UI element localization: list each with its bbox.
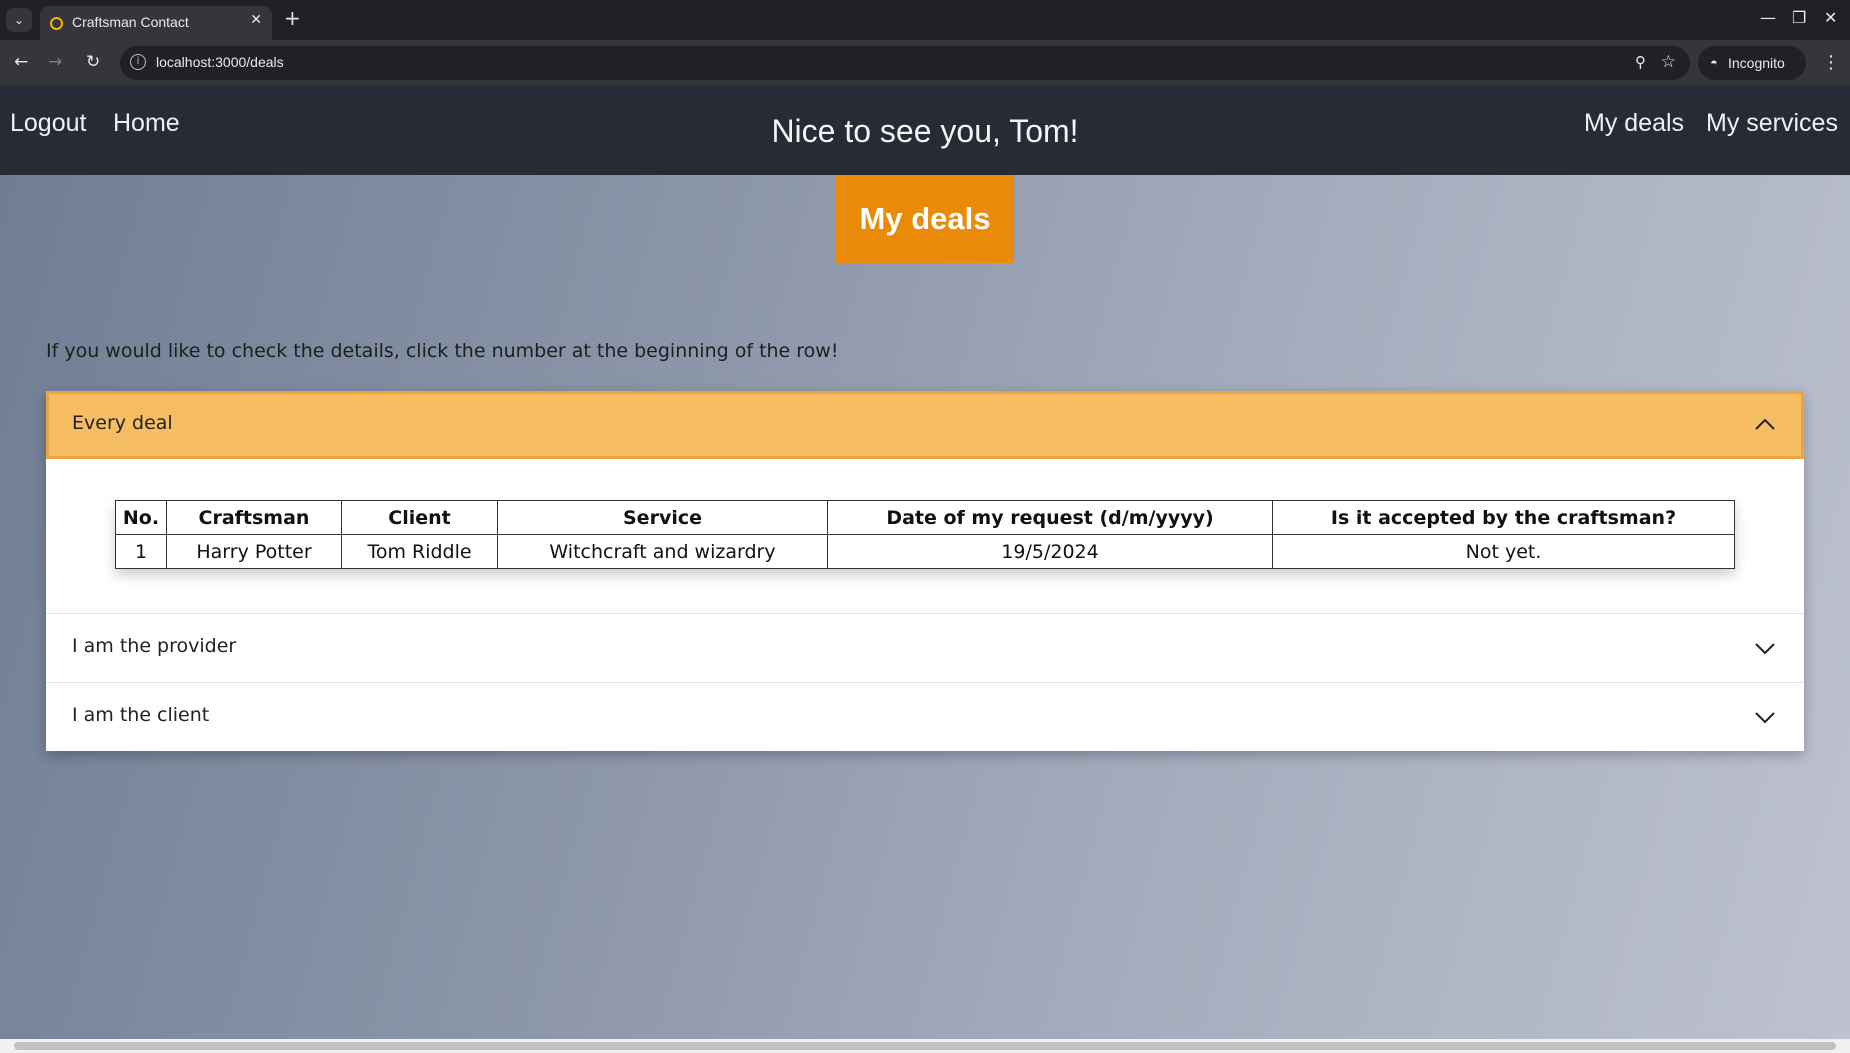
deal-number-cell[interactable]: 1 — [115, 534, 167, 569]
restore-icon[interactable]: ❐ — [1792, 8, 1806, 27]
accordion-title: Every deal — [72, 412, 173, 434]
request-date-cell: 19/5/2024 — [827, 534, 1273, 569]
service-cell: Witchcraft and wizardry — [497, 534, 828, 569]
instruction-text: If you would like to check the details, … — [46, 340, 839, 362]
table-header-row: No. Craftsman Client Service Date of my … — [115, 500, 1735, 535]
page-title: My deals — [836, 175, 1014, 263]
accordion-title: I am the client — [72, 704, 210, 726]
address-bar[interactable]: i localhost:3000/deals ⚲ ☆ — [120, 46, 1690, 80]
loading-favicon-icon — [50, 17, 63, 30]
incognito-icon: ◓ — [1710, 55, 1718, 70]
accordion-header-provider[interactable]: I am the provider — [46, 614, 1804, 683]
column-header: Is it accepted by the craftsman? — [1272, 500, 1735, 535]
accordion-header-client[interactable]: I am the client — [46, 683, 1804, 751]
page-content: Logout Home Nice to see you, Tom! My dea… — [0, 85, 1850, 1053]
column-header: Client — [341, 500, 498, 535]
incognito-label: Incognito — [1728, 55, 1785, 71]
chevron-up-icon — [1755, 418, 1775, 430]
window-close-icon[interactable]: ✕ — [1824, 8, 1837, 27]
new-tab-icon[interactable]: + — [284, 6, 301, 30]
site-info-icon[interactable]: i — [130, 54, 146, 70]
accordion-header-every-deal[interactable]: Every deal — [46, 391, 1804, 459]
tab-close-icon[interactable]: ✕ — [250, 12, 262, 28]
table-row: 1 Harry Potter Tom Riddle Witchcraft and… — [115, 534, 1735, 569]
accordion-title: I am the provider — [72, 635, 237, 657]
my-services-link[interactable]: My services — [1706, 109, 1838, 138]
minimize-icon[interactable]: — — [1760, 8, 1776, 27]
zoom-icon[interactable]: ⚲ — [1635, 53, 1646, 71]
column-header: No. — [115, 500, 167, 535]
horizontal-scrollbar[interactable] — [0, 1039, 1850, 1053]
incognito-badge[interactable]: ◓ Incognito — [1698, 46, 1806, 80]
scrollbar-thumb[interactable] — [14, 1042, 1836, 1050]
column-header: Date of my request (d/m/yyyy) — [827, 500, 1273, 535]
accordion-body-every-deal: No. Craftsman Client Service Date of my … — [46, 459, 1804, 614]
tab-search-icon[interactable]: ⌄ — [6, 8, 32, 32]
my-deals-link[interactable]: My deals — [1584, 109, 1684, 138]
column-header: Craftsman — [166, 500, 342, 535]
acceptance-status-cell: Not yet. — [1272, 534, 1735, 569]
client-cell: Tom Riddle — [341, 534, 498, 569]
site-navbar: Logout Home Nice to see you, Tom! My dea… — [0, 85, 1850, 175]
forward-arrow-icon[interactable]: → — [48, 52, 62, 72]
chevron-down-icon — [1755, 643, 1775, 655]
browser-menu-icon[interactable]: ⋮ — [1822, 52, 1840, 73]
greeting-text: Nice to see you, Tom! — [771, 113, 1079, 149]
url-text[interactable]: localhost:3000/deals — [156, 54, 284, 70]
browser-toolbar: ← → ↻ i localhost:3000/deals ⚲ ☆ ◓ Incog… — [0, 40, 1850, 85]
tab-title: Craftsman Contact — [72, 14, 189, 30]
deals-table: No. Craftsman Client Service Date of my … — [115, 500, 1735, 569]
chevron-down-icon — [1755, 712, 1775, 724]
browser-tabstrip: ⌄ Craftsman Contact ✕ + — ❐ ✕ — [0, 0, 1850, 40]
column-header: Service — [497, 500, 828, 535]
browser-tab[interactable]: Craftsman Contact ✕ — [40, 6, 272, 40]
deals-accordion: Every deal No. Craftsman Client Service … — [46, 391, 1804, 751]
bookmark-star-icon[interactable]: ☆ — [1661, 52, 1676, 72]
reload-icon[interactable]: ↻ — [86, 52, 100, 72]
back-arrow-icon[interactable]: ← — [14, 52, 28, 72]
craftsman-cell: Harry Potter — [166, 534, 342, 569]
